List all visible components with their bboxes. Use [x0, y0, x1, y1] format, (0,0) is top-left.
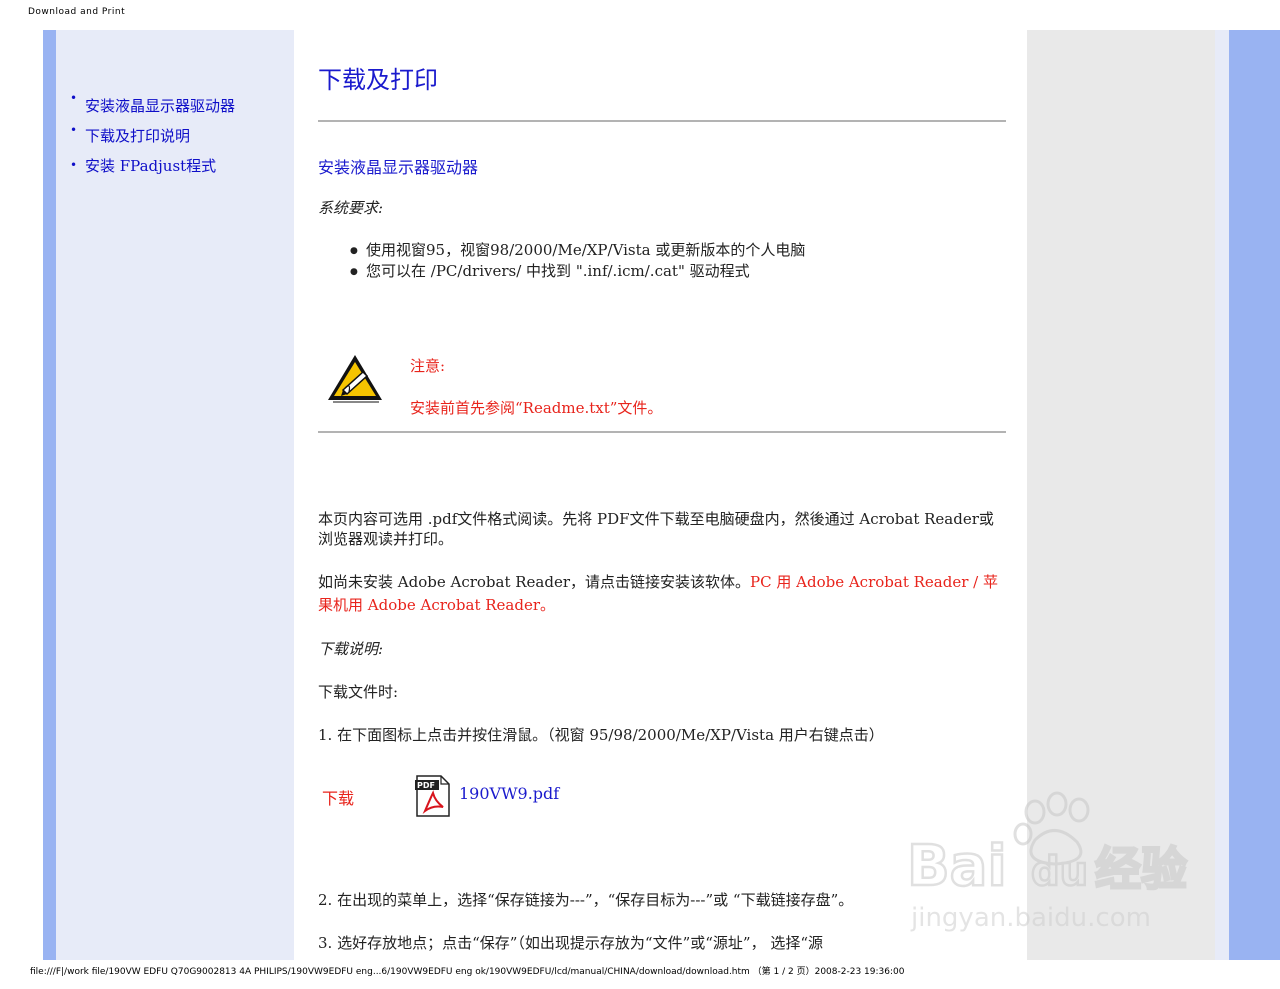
left-blue-band [43, 30, 56, 960]
watermark-url: jingyan.baidu.com [910, 903, 1151, 933]
note-text: 安装前首先参阅“Readme.txt”文件。 [410, 399, 663, 417]
download-label: 下载 [322, 789, 355, 808]
acrobat-install-text: 如尚未安装 Adobe Acrobat Reader，请点击链接安装该软体。PC… [318, 571, 998, 617]
download-when-text: 下载文件时: [318, 683, 399, 701]
print-footer: file:///F|/work file/190VW EDFU Q70G9002… [30, 967, 905, 977]
step-1: 1. 在下面图标上点击并按住滑鼠。（视窗 95/98/2000/Me/XP/Vi… [318, 726, 884, 744]
list-item: 使用视窗95，视窗98/2000/Me/XP/Vista 或更新版本的个人电脑 [350, 240, 805, 262]
warning-note-icon [328, 355, 382, 403]
sidebar-item-install-driver[interactable]: • 安装液晶显示器驱动器 [70, 88, 235, 116]
svg-text:PDF: PDF [417, 781, 435, 790]
watermark-jingyan: 经验 [1095, 842, 1187, 896]
right-blue-band [1229, 30, 1280, 960]
list-item: 您可以在 /PC/drivers/ 中找到 ".inf/.icm/.cat" 驱… [350, 261, 805, 283]
download-instructions-title: 下载说明: [318, 640, 384, 658]
bullet-icon: • [70, 91, 78, 105]
section-title: 安装液晶显示器驱动器 [318, 158, 479, 177]
step-2: 2. 在出现的菜单上，选择“保存链接为---”，“保存目标为---”或 “下载链… [318, 891, 854, 909]
baidu-jingyan-watermark: Bai du 经验 jingyan.baidu.com [906, 791, 1188, 933]
pc-acrobat-link[interactable]: PC 用 Adobe Acrobat Reader [750, 573, 968, 591]
bullet-icon: • [70, 123, 78, 137]
pdf-intro-text: 本页内容可选用 .pdf文件格式阅读。先将 PDF文件下载至电脑硬盘内，然後通过… [318, 510, 994, 548]
acrobat-install-prefix: 如尚未安装 Adobe Acrobat Reader，请点击链接安装该软体。 [318, 573, 751, 591]
print-header: Download and Print [28, 7, 126, 17]
sidebar-item-download-print[interactable]: • 下载及打印说明 [70, 123, 235, 146]
note-title: 注意: [410, 357, 446, 375]
sidebar-item-fpadjust[interactable]: • 安装 FPadjust程式 [70, 156, 235, 176]
requirements-list: 使用视窗95，视窗98/2000/Me/XP/Vista 或更新版本的个人电脑 … [350, 240, 805, 283]
sidebar-nav: • 安装液晶显示器驱动器 • 下载及打印说明 • 安装 FPadjust程式 [70, 88, 235, 186]
page-title: 下载及打印 [318, 66, 438, 94]
step-3: 3. 选好存放地点；点击“保存”（如出现提示存放为“文件”或“源址”， 选择“源 [318, 934, 824, 952]
pdf-download-link[interactable]: 190VW9.pdf [459, 784, 559, 803]
requirements-title: 系统要求: [318, 199, 384, 217]
bullet-icon: • [70, 158, 78, 172]
watermark-brand-du: du [1031, 849, 1088, 895]
right-light-strip [1215, 30, 1229, 960]
link-separator: / [968, 573, 983, 591]
divider [318, 120, 1006, 122]
watermark-brand: Bai [907, 834, 1007, 899]
sidebar-item-label: 安装 FPadjust程式 [85, 157, 217, 175]
pdf-file-icon[interactable]: PDF [415, 775, 451, 817]
sidebar-item-label: 下载及打印说明 [85, 127, 191, 145]
sidebar-item-label: 安装液晶显示器驱动器 [85, 97, 236, 115]
divider [318, 431, 1006, 433]
